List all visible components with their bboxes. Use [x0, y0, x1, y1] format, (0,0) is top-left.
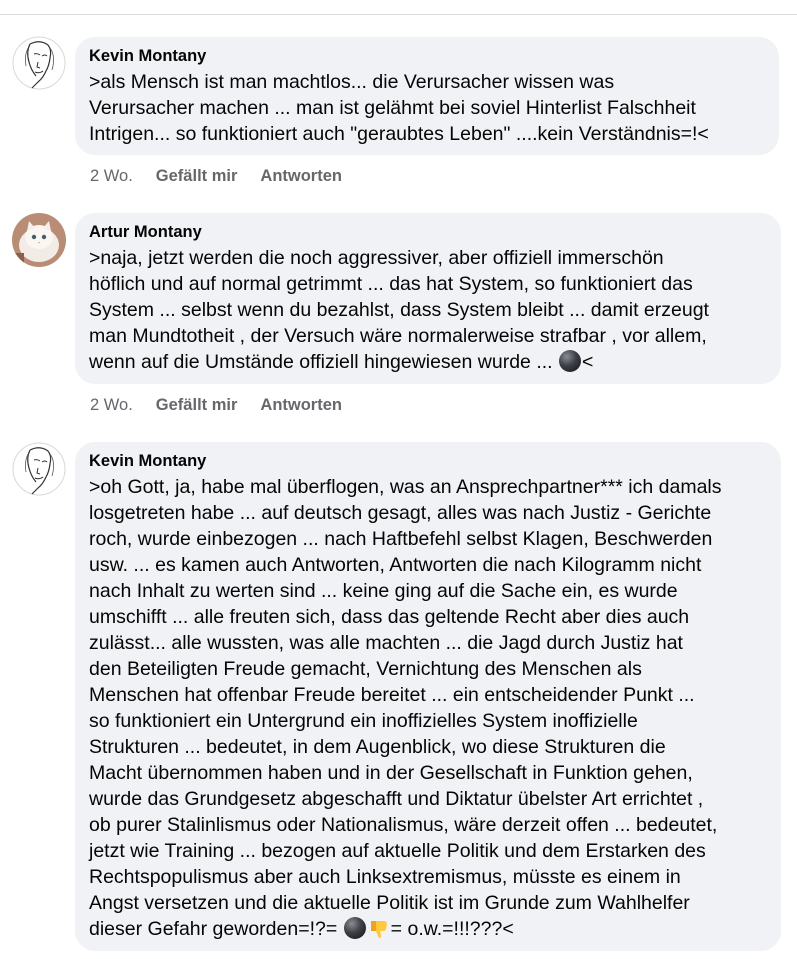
face-sketch-icon	[12, 36, 66, 90]
black-ball-emoji	[343, 917, 366, 939]
comment-actions: 2 Wo. Gefällt mir Antworten	[90, 166, 365, 186]
comment-bubble: Artur Montany >naja, jetzt werden die no…	[75, 213, 781, 384]
avatar[interactable]	[12, 36, 66, 90]
like-button[interactable]: Gefällt mir	[156, 167, 238, 185]
comment-text-part: >naja, jetzt werden die noch aggressiver…	[89, 247, 709, 373]
reply-button[interactable]: Antworten	[260, 396, 342, 414]
comment-text-end: = o.w.=!!!???<	[390, 918, 514, 940]
comment-author[interactable]: Artur Montany	[89, 222, 767, 242]
comment-text-part: >oh Gott, ja, habe mal überflogen, was a…	[89, 476, 722, 940]
comment-time[interactable]: 2 Wo.	[90, 396, 133, 414]
top-divider	[0, 14, 797, 15]
thumbs-down-emoji	[370, 921, 387, 938]
avatar[interactable]	[12, 442, 66, 496]
comment-text: >naja, jetzt werden die noch aggressiver…	[89, 245, 767, 375]
white-cat-photo	[12, 213, 66, 267]
comment-text: >oh Gott, ja, habe mal überflogen, was a…	[89, 474, 767, 942]
face-sketch-icon	[12, 442, 66, 496]
comment-bubble: Kevin Montany >oh Gott, ja, habe mal übe…	[75, 442, 781, 951]
black-ball-emoji	[559, 350, 581, 372]
like-button[interactable]: Gefällt mir	[156, 396, 238, 414]
comment-actions: 2 Wo. Gefällt mir Antworten	[90, 395, 365, 415]
comment-time[interactable]: 2 Wo.	[90, 167, 133, 185]
reply-button[interactable]: Antworten	[260, 167, 342, 185]
comment-bubble: Kevin Montany >als Mensch ist man machtl…	[75, 37, 779, 155]
comment-author[interactable]: Kevin Montany	[89, 451, 767, 471]
comment-author[interactable]: Kevin Montany	[89, 46, 765, 66]
avatar[interactable]	[12, 213, 66, 267]
comment-text-end: <	[582, 351, 594, 373]
comment-text: >als Mensch ist man machtlos... die Veru…	[89, 71, 709, 145]
